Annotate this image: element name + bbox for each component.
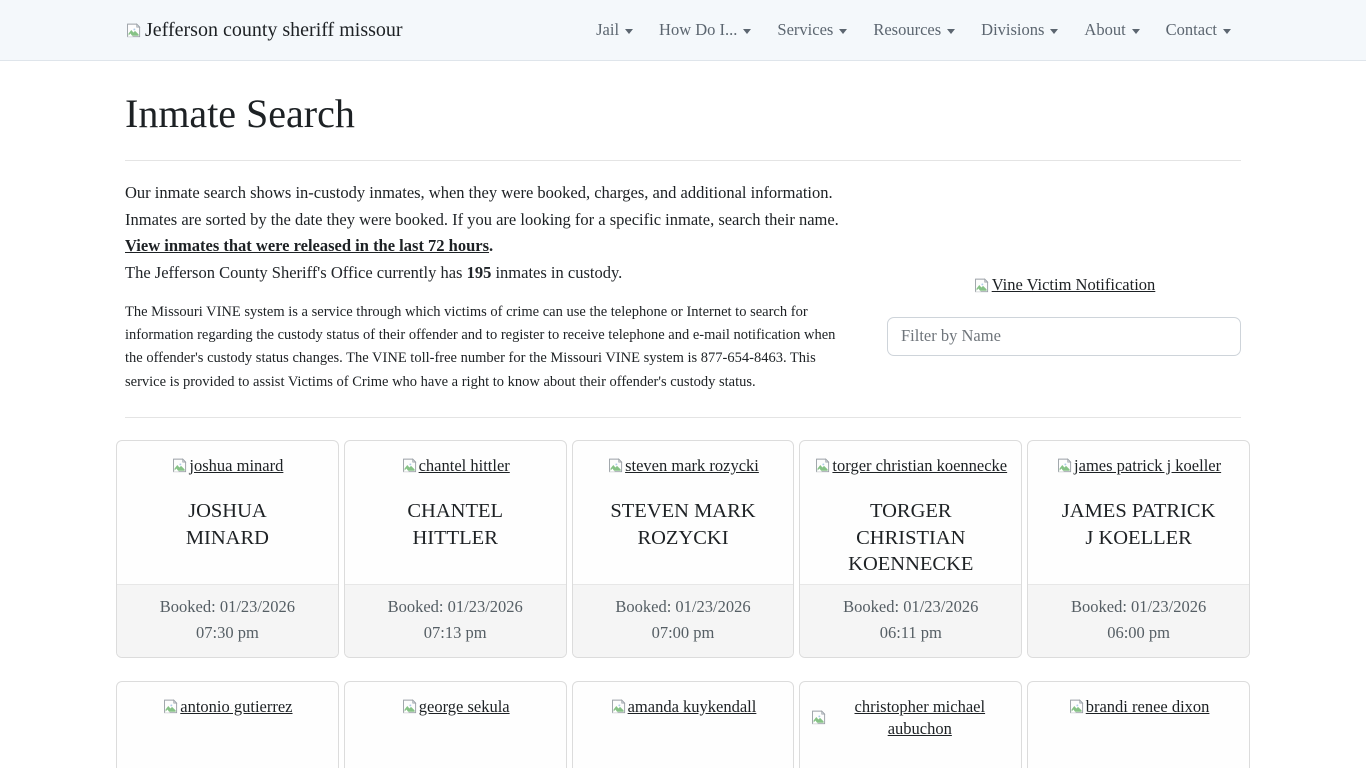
booked-time: 07:00 pm xyxy=(579,620,788,646)
divider xyxy=(125,417,1241,418)
broken-image-icon xyxy=(401,698,418,715)
top-navbar: Jefferson county sheriff missour Jail Ho… xyxy=(0,0,1366,61)
booked-footer: Booked: 01/23/2026 07:13 pm xyxy=(345,584,566,657)
inmate-photo-link[interactable]: brandi renee dixon xyxy=(1068,696,1210,718)
inmate-card-grid: joshua minard JOSHUAMINARD Booked: 01/23… xyxy=(116,440,1250,768)
booked-footer: Booked: 01/23/2026 07:00 pm xyxy=(573,584,794,657)
chevron-down-icon xyxy=(947,29,955,34)
booked-date: Booked: 01/23/2026 xyxy=(806,594,1015,620)
inmate-card: chantel hittler CHANTELHITTLER Booked: 0… xyxy=(344,440,567,658)
inmate-name: STEVEN MARKROZYCKI xyxy=(583,498,784,551)
inmate-name: JOSHUAMINARD xyxy=(127,498,328,551)
inmate-photo-link[interactable]: antonio gutierrez xyxy=(162,696,292,718)
sidebar-column: Vine Victim Notification xyxy=(887,180,1241,394)
inmate-card: steven mark rozycki STEVEN MARKROZYCKI B… xyxy=(572,440,795,658)
intro-paragraph: Our inmate search shows in-custody inmat… xyxy=(125,180,851,233)
inmate-card: antonio gutierrez xyxy=(116,681,339,768)
booked-time: 07:13 pm xyxy=(351,620,560,646)
booked-date: Booked: 01/23/2026 xyxy=(351,594,560,620)
inmate-name: TORGERCHRISTIANKOENNECKE xyxy=(810,498,1011,578)
broken-image-icon xyxy=(610,698,627,715)
nav-item-resources[interactable]: Resources xyxy=(863,12,965,48)
vine-victim-notification-link[interactable]: Vine Victim Notification xyxy=(973,275,1156,295)
custody-count: 195 xyxy=(467,263,492,282)
chevron-down-icon xyxy=(1132,29,1140,34)
released-72h-link[interactable]: View inmates that were released in the l… xyxy=(125,236,489,255)
main-nav: Jail How Do I... Services Resources Divi… xyxy=(586,12,1241,48)
inmate-photo-link[interactable]: amanda kuykendall xyxy=(610,696,757,718)
inmate-card: james patrick j koeller JAMES PATRICKJ K… xyxy=(1027,440,1250,658)
nav-item-services[interactable]: Services xyxy=(767,12,857,48)
broken-image-icon xyxy=(810,709,827,726)
inmate-card: torger christian koennecke TORGERCHRISTI… xyxy=(799,440,1022,658)
booked-time: 07:30 pm xyxy=(123,620,332,646)
nav-item-about[interactable]: About xyxy=(1074,12,1149,48)
inmate-photo-link[interactable]: george sekula xyxy=(401,696,510,718)
inmate-card: brandi renee dixon xyxy=(1027,681,1250,768)
inmate-photo-link[interactable]: christopher michael aubuchon xyxy=(810,696,1011,740)
nav-item-jail[interactable]: Jail xyxy=(586,12,643,48)
inmate-card: christopher michael aubuchon xyxy=(799,681,1022,768)
booked-date: Booked: 01/23/2026 xyxy=(579,594,788,620)
inmate-card: amanda kuykendall xyxy=(572,681,795,768)
broken-image-icon xyxy=(814,457,831,474)
intro-column: Our inmate search shows in-custody inmat… xyxy=(125,180,851,394)
nav-item-contact[interactable]: Contact xyxy=(1156,12,1241,48)
booked-date: Booked: 01/23/2026 xyxy=(123,594,332,620)
vine-paragraph: The Missouri VINE system is a service th… xyxy=(125,301,851,394)
main-content: Inmate Search Our inmate search shows in… xyxy=(125,90,1241,768)
booked-date: Booked: 01/23/2026 xyxy=(1034,594,1243,620)
inmate-name: JAMES PATRICKJ KOELLER xyxy=(1038,498,1239,551)
inmate-photo-link[interactable]: joshua minard xyxy=(171,455,283,477)
brand-alt-text: Jefferson county sheriff missour xyxy=(145,19,403,42)
nav-item-how-do-i[interactable]: How Do I... xyxy=(649,12,761,48)
booked-time: 06:00 pm xyxy=(1034,620,1243,646)
broken-image-icon xyxy=(162,698,179,715)
inmate-card: joshua minard JOSHUAMINARD Booked: 01/23… xyxy=(116,440,339,658)
inmate-photo-link[interactable]: chantel hittler xyxy=(401,455,510,477)
inmate-photo-link[interactable]: james patrick j koeller xyxy=(1056,455,1221,477)
inmate-name: CHANTELHITTLER xyxy=(355,498,556,551)
chevron-down-icon xyxy=(1223,29,1231,34)
booked-footer: Booked: 01/23/2026 06:11 pm xyxy=(800,584,1021,657)
broken-image-icon xyxy=(401,457,418,474)
inmate-photo-link[interactable]: steven mark rozycki xyxy=(607,455,759,477)
divider xyxy=(125,160,1241,161)
released-line: View inmates that were released in the l… xyxy=(125,233,851,260)
booked-footer: Booked: 01/23/2026 07:30 pm xyxy=(117,584,338,657)
page-title: Inmate Search xyxy=(125,90,1241,137)
custody-line: The Jefferson County Sheriff's Office cu… xyxy=(125,260,851,287)
booked-time: 06:11 pm xyxy=(806,620,1015,646)
broken-image-icon xyxy=(171,457,188,474)
chevron-down-icon xyxy=(625,29,633,34)
chevron-down-icon xyxy=(1050,29,1058,34)
chevron-down-icon xyxy=(743,29,751,34)
booked-footer: Booked: 01/23/2026 06:00 pm xyxy=(1028,584,1249,657)
broken-image-icon xyxy=(1068,698,1085,715)
inmate-card: george sekula xyxy=(344,681,567,768)
filter-by-name-input[interactable] xyxy=(887,317,1241,356)
broken-image-icon xyxy=(125,22,142,39)
nav-item-divisions[interactable]: Divisions xyxy=(971,12,1068,48)
broken-image-icon xyxy=(973,277,990,294)
broken-image-icon xyxy=(607,457,624,474)
chevron-down-icon xyxy=(839,29,847,34)
broken-image-icon xyxy=(1056,457,1073,474)
brand-link[interactable]: Jefferson county sheriff missour xyxy=(125,19,403,42)
inmate-photo-link[interactable]: torger christian koennecke xyxy=(814,455,1007,477)
